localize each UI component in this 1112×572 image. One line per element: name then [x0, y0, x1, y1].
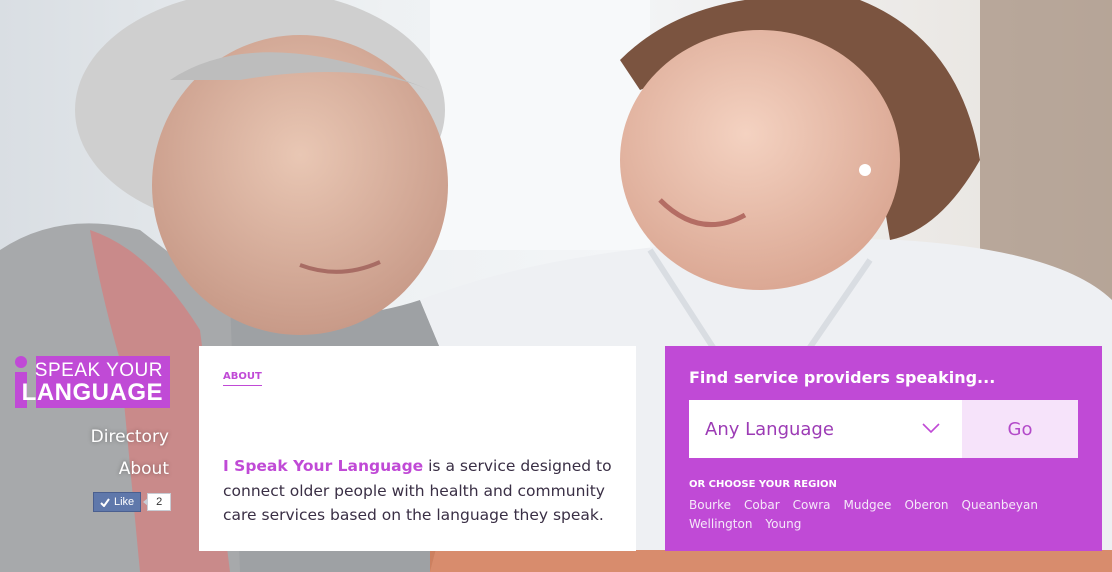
like-count: 2 [143, 493, 172, 511]
site-logo[interactable]: SPEAK YOUR LANGUAGE [12, 354, 170, 408]
region-link-cobar[interactable]: Cobar [744, 496, 780, 515]
about-description: I Speak Your Language is a service desig… [223, 454, 613, 528]
logo-line2: LANGUAGE [21, 379, 163, 406]
facebook-like-widget: Like 2 [93, 492, 172, 512]
region-links: Bourke Cobar Cowra Mudgee Oberon Queanbe… [689, 496, 1069, 534]
logo-box: SPEAK YOUR LANGUAGE [22, 356, 170, 408]
region-link-oberon[interactable]: Oberon [904, 496, 948, 515]
about-brand-name: I Speak Your Language [223, 457, 424, 475]
region-link-queanbeyan[interactable]: Queanbeyan [962, 496, 1038, 515]
region-link-wellington[interactable]: Wellington [689, 515, 752, 534]
region-link-bourke[interactable]: Bourke [689, 496, 731, 515]
logo-i-dot [15, 356, 27, 368]
region-label: OR CHOOSE YOUR REGION [689, 479, 837, 490]
check-icon [100, 497, 110, 507]
search-card: Find service providers speaking... Any L… [665, 346, 1102, 551]
go-button[interactable]: Go [962, 400, 1078, 458]
region-link-mudgee[interactable]: Mudgee [843, 496, 891, 515]
about-heading: ABOUT [223, 371, 262, 386]
language-select-value: Any Language [705, 418, 834, 440]
main-nav: Directory About [91, 421, 169, 485]
language-select[interactable]: Any Language [689, 400, 962, 458]
region-link-young[interactable]: Young [765, 515, 801, 534]
about-card: ABOUT I Speak Your Language is a service… [199, 346, 636, 551]
nav-about-link[interactable]: About [91, 453, 169, 485]
region-link-cowra[interactable]: Cowra [793, 496, 831, 515]
nav-directory-link[interactable]: Directory [91, 421, 169, 453]
chevron-down-icon [922, 423, 940, 433]
like-label: Like [114, 496, 135, 508]
facebook-like-button[interactable]: Like [93, 492, 142, 512]
search-title: Find service providers speaking... [689, 368, 996, 387]
